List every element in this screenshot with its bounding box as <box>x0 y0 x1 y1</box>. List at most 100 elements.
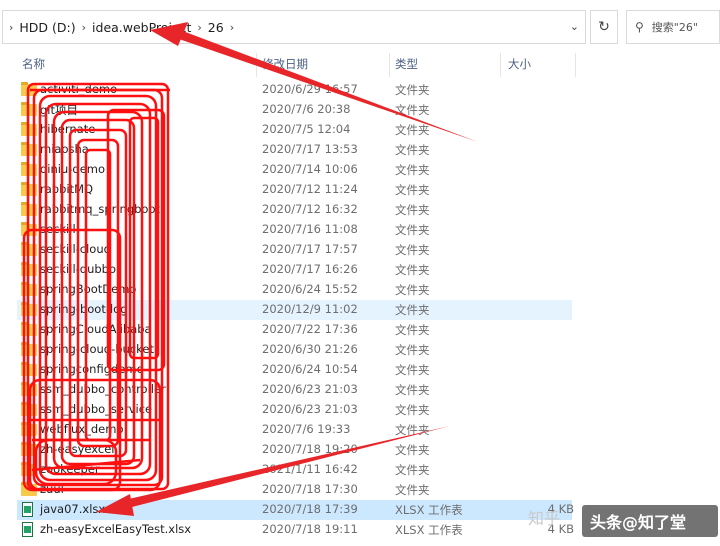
folder-icon <box>21 302 37 316</box>
search-box[interactable]: ⚲ <box>626 10 720 44</box>
row-name: zh-easyexcel <box>40 442 115 456</box>
row-name: activiti_demo <box>40 82 118 96</box>
folder-icon <box>21 102 37 116</box>
chevron-right-icon[interactable]: › <box>9 21 13 34</box>
row-date: 2020/6/23 21:03 <box>262 402 358 416</box>
row-name: spring-cloud-bucket <box>40 342 154 356</box>
folder-icon <box>21 382 37 396</box>
row-date: 2020/6/30 21:26 <box>262 342 358 356</box>
row-type: 文件夹 <box>395 203 430 217</box>
breadcrumb-item-project[interactable]: idea.webProject <box>92 20 191 35</box>
folder-icon <box>21 482 37 496</box>
row-type: 文件夹 <box>395 363 430 377</box>
search-input[interactable] <box>651 20 712 34</box>
folder-row[interactable]: webflux_demo 2020/7/6 19:33 文件夹 <box>17 420 572 440</box>
row-type: 文件夹 <box>395 323 430 337</box>
column-name[interactable]: 名称 <box>22 56 45 72</box>
folder-row[interactable]: miaosha 2020/7/17 13:53 文件夹 <box>17 140 572 160</box>
column-size[interactable]: 大小 <box>508 56 531 72</box>
row-type: 文件夹 <box>395 283 430 297</box>
folder-row[interactable]: spring-cloud-bucket 2020/6/30 21:26 文件夹 <box>17 340 572 360</box>
row-type: 文件夹 <box>395 383 430 397</box>
folder-icon <box>21 122 37 136</box>
row-date: 2020/7/18 19:11 <box>262 522 358 536</box>
column-divider[interactable] <box>256 53 257 77</box>
row-name: seckill <box>40 222 76 236</box>
folder-icon <box>21 262 37 276</box>
folder-row[interactable]: rabbitmq_springboot 2020/7/12 16:32 文件夹 <box>17 200 572 220</box>
column-divider[interactable] <box>575 53 576 77</box>
folder-row[interactable]: git项目 2020/7/6 20:38 文件夹 <box>17 100 572 120</box>
folder-row[interactable]: spring-boot-log 2020/12/9 11:02 文件夹 <box>17 300 572 320</box>
folder-icon <box>21 282 37 296</box>
column-divider[interactable] <box>500 53 501 77</box>
folder-row[interactable]: seckill-dubbo 2020/7/17 16:26 文件夹 <box>17 260 572 280</box>
folder-row[interactable]: seckill-cloud 2020/7/17 17:57 文件夹 <box>17 240 572 260</box>
row-date: 2020/6/29 16:57 <box>262 82 358 96</box>
column-header: 名称 修改日期 类型 大小 <box>0 53 720 77</box>
file-row[interactable]: java07.xlsx 2020/7/18 17:39 XLSX 工作表 4 KB <box>17 500 574 520</box>
folder-row[interactable]: ssm_dubbo_controller 2020/6/23 21:03 文件夹 <box>17 380 572 400</box>
row-name: git项目 <box>40 103 79 117</box>
column-type[interactable]: 类型 <box>395 56 418 72</box>
row-type: 文件夹 <box>395 343 430 357</box>
row-date: 2020/6/24 15:52 <box>262 282 358 296</box>
chevron-down-icon[interactable]: ⌄ <box>570 20 579 33</box>
folder-icon <box>21 442 37 456</box>
folder-row[interactable]: springCloudAlibaba 2020/7/22 17:36 文件夹 <box>17 320 572 340</box>
row-name: rabbitMQ <box>40 182 94 196</box>
row-type: 文件夹 <box>395 243 430 257</box>
folder-row[interactable]: hibernate 2020/7/5 12:04 文件夹 <box>17 120 572 140</box>
excel-file-icon <box>22 522 33 537</box>
folder-row[interactable]: rabbitMQ 2020/7/12 11:24 文件夹 <box>17 180 572 200</box>
folder-row[interactable]: zookeeper 2021/1/11 16:42 文件夹 <box>17 460 572 480</box>
folder-row[interactable]: seckill 2020/7/16 11:08 文件夹 <box>17 220 572 240</box>
search-icon: ⚲ <box>635 20 644 34</box>
refresh-icon: ↻ <box>598 19 610 35</box>
folder-icon <box>21 362 37 376</box>
breadcrumb-item-drive[interactable]: HDD (D:) <box>19 20 75 35</box>
row-date: 2020/7/12 11:24 <box>262 182 358 196</box>
breadcrumb-item-folder[interactable]: 26 <box>208 20 224 35</box>
row-date: 2020/7/16 11:08 <box>262 222 358 236</box>
row-name: springBootDemo <box>40 282 137 296</box>
column-divider[interactable] <box>389 53 390 77</box>
chevron-right-icon[interactable]: › <box>230 21 234 34</box>
row-name: springconfigdemo <box>40 362 144 376</box>
row-date: 2020/6/23 21:03 <box>262 382 358 396</box>
row-name: webflux_demo <box>40 422 124 436</box>
row-name: spring-boot-log <box>40 302 128 316</box>
row-date: 2020/7/14 10:06 <box>262 162 358 176</box>
row-name: zookeeper <box>40 462 100 476</box>
file-row[interactable]: zh-easyExcelEasyTest.xlsx 2020/7/18 19:11… <box>17 520 574 540</box>
folder-row[interactable]: activiti_demo 2020/6/29 16:57 文件夹 <box>17 80 572 100</box>
row-type: 文件夹 <box>395 83 430 97</box>
watermark-toutiao: 头条@知了堂 <box>582 505 718 537</box>
folder-row[interactable]: ssm_dubbo_service 2020/6/23 21:03 文件夹 <box>17 400 572 420</box>
row-type: 文件夹 <box>395 403 430 417</box>
row-date: 2021/1/11 16:42 <box>262 462 358 476</box>
refresh-button[interactable]: ↻ <box>590 10 618 44</box>
folder-row[interactable]: qiniu-demo 2020/7/14 10:06 文件夹 <box>17 160 572 180</box>
folder-row[interactable]: springconfigdemo 2020/6/24 10:54 文件夹 <box>17 360 572 380</box>
row-name: springCloudAlibaba <box>40 322 152 336</box>
chevron-right-icon[interactable]: › <box>82 21 86 34</box>
chevron-right-icon[interactable]: › <box>197 21 201 34</box>
folder-icon <box>21 342 37 356</box>
row-date: 2020/7/17 13:53 <box>262 142 358 156</box>
address-bar[interactable]: › HDD (D:) › idea.webProject › 26 › ⌄ <box>2 10 586 44</box>
address-toolbar: › HDD (D:) › idea.webProject › 26 › ⌄ ↻ … <box>0 0 720 44</box>
row-type: XLSX 工作表 <box>395 523 463 537</box>
column-modified[interactable]: 修改日期 <box>262 56 308 72</box>
folder-row[interactable]: springBootDemo 2020/6/24 15:52 文件夹 <box>17 280 572 300</box>
folder-icon <box>21 222 37 236</box>
row-date: 2020/7/17 17:57 <box>262 242 358 256</box>
folder-icon <box>21 402 37 416</box>
folder-row[interactable]: zuul 2020/7/18 17:30 文件夹 <box>17 480 572 500</box>
row-date: 2020/7/12 16:32 <box>262 202 358 216</box>
folder-row[interactable]: zh-easyexcel 2020/7/18 19:20 文件夹 <box>17 440 572 460</box>
row-type: 文件夹 <box>395 423 430 437</box>
folder-icon <box>21 142 37 156</box>
row-name: seckill-dubbo <box>40 262 117 276</box>
row-name: ssm_dubbo_controller <box>40 382 166 396</box>
